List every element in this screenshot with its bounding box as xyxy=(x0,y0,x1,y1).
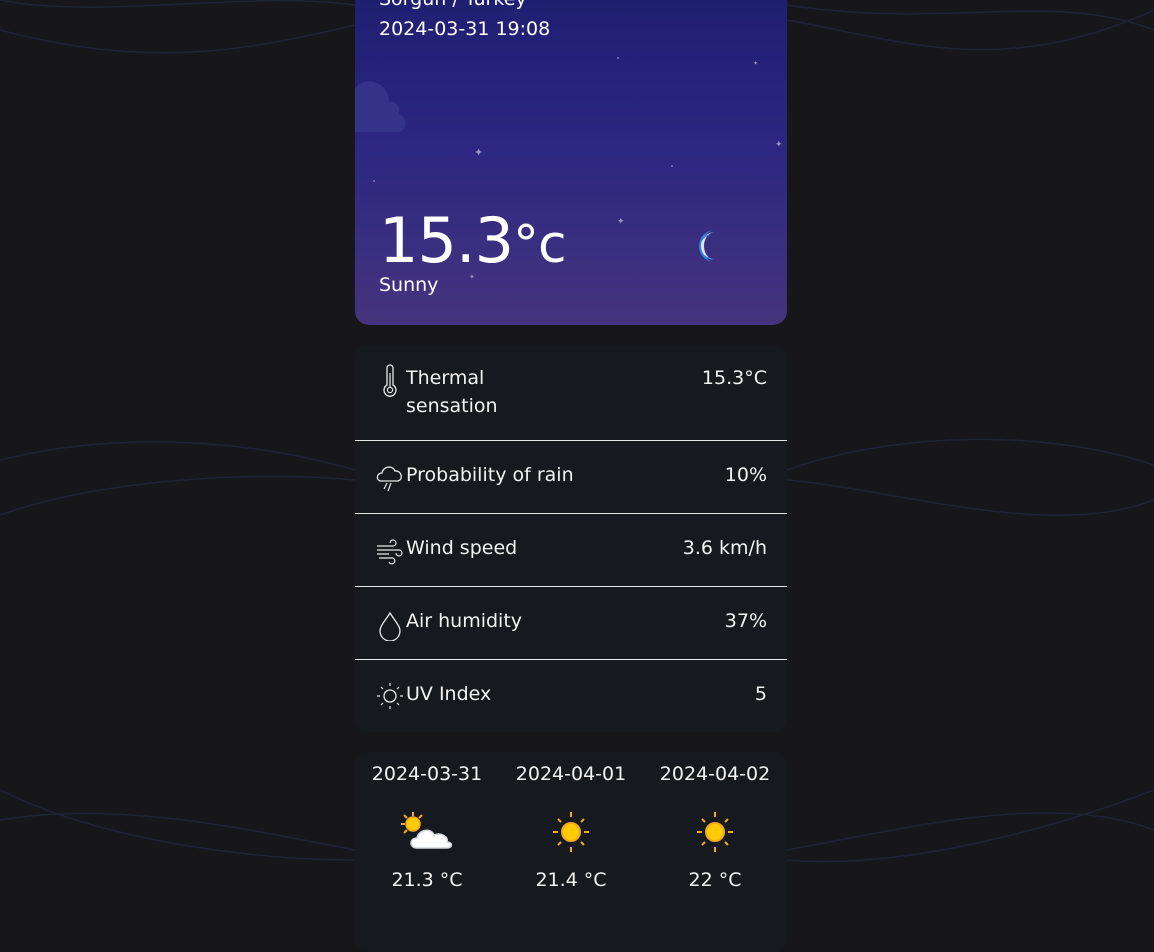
cloud-decoration-icon xyxy=(355,81,406,132)
detail-row-uv-index: UV Index 5 xyxy=(355,660,787,732)
droplet-icon xyxy=(379,611,401,641)
star-dot xyxy=(671,165,673,167)
weather-column: ✦ ✦ ✦ ✦ ✦ Sorgun / Turkey 2024-03-31 19:… xyxy=(355,0,787,952)
star-icon: ✦ xyxy=(775,140,783,150)
sun-icon xyxy=(553,812,589,852)
current-temperature: 15.3°c xyxy=(379,204,567,280)
weather-details-card: Thermal sensation 15.3°C Probability of … xyxy=(355,345,787,732)
temperature-value: 15.3 xyxy=(379,204,514,277)
forecast-temperature: 22 °C xyxy=(688,869,742,891)
sun-outline-icon xyxy=(377,683,403,709)
detail-label: Wind speed xyxy=(406,537,518,559)
wind-icon xyxy=(377,539,403,565)
partly-cloudy-icon xyxy=(401,812,453,849)
star-dot xyxy=(373,180,375,182)
star-icon: ✦ xyxy=(617,217,625,227)
sun-icon xyxy=(697,812,733,852)
forecast-day: 2024-03-31 21.3 °C xyxy=(355,752,499,952)
forecast-temperature: 21.3 °C xyxy=(391,869,463,891)
detail-value: 15.3°C xyxy=(701,367,767,389)
forecast-date: 2024-04-02 xyxy=(659,763,771,785)
detail-row-thermal-sensation: Thermal sensation 15.3°C xyxy=(355,345,787,441)
thermometer-icon xyxy=(383,364,397,397)
detail-value: 3.6 km/h xyxy=(682,537,767,559)
rain-cloud-icon xyxy=(376,466,402,492)
datetime-label: 2024-03-31 19:08 xyxy=(379,18,551,40)
detail-value: 10% xyxy=(724,464,767,486)
forecast-date: 2024-04-01 xyxy=(515,763,627,785)
detail-row-rain: Probability of rain 10% xyxy=(355,441,787,514)
detail-label: Thermal sensation xyxy=(406,367,498,417)
forecast-temperature: 21.4 °C xyxy=(535,869,607,891)
detail-label: Probability of rain xyxy=(406,464,574,486)
forecast-date: 2024-03-31 xyxy=(371,763,483,785)
current-weather-card: ✦ ✦ ✦ ✦ ✦ Sorgun / Turkey 2024-03-31 19:… xyxy=(355,0,787,325)
forecast-day: 2024-04-01 21.4 °C xyxy=(499,752,643,952)
detail-value: 37% xyxy=(724,610,767,632)
condition-label: Sunny xyxy=(379,274,439,296)
crescent-moon-icon xyxy=(699,230,715,262)
star-dot xyxy=(617,57,619,59)
star-icon: ✦ xyxy=(474,146,484,159)
forecast-day: 2024-04-02 22 °C xyxy=(643,752,787,952)
detail-row-humidity: Air humidity 37% xyxy=(355,587,787,660)
star-icon: ✦ xyxy=(753,60,759,67)
location-label: Sorgun / Turkey xyxy=(379,0,527,10)
temperature-unit: °c xyxy=(513,215,567,275)
detail-row-wind: Wind speed 3.6 km/h xyxy=(355,514,787,587)
detail-label: Air humidity xyxy=(406,610,523,632)
forecast-card: 2024-03-31 21.3 °C 2024-04-01 21.4 °C 20… xyxy=(355,752,787,952)
detail-value: 5 xyxy=(754,683,767,705)
detail-label: UV Index xyxy=(406,683,492,705)
